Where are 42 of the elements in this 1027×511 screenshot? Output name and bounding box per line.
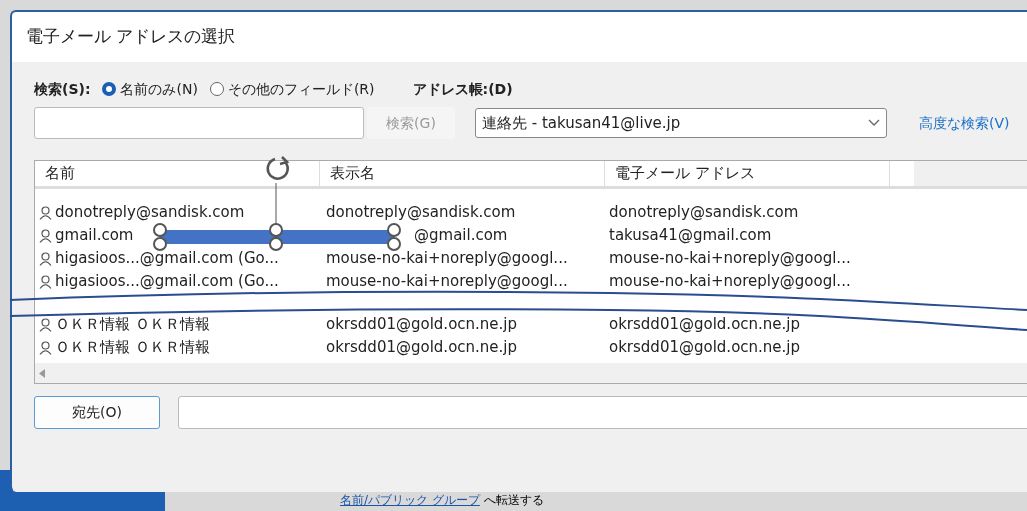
display-name: okrsdd01@gold.ocn.ne.jp — [326, 338, 518, 357]
person-icon — [39, 274, 52, 289]
display-name: mouse-no-kai+noreply@googl... — [326, 272, 568, 291]
group-link[interactable]: 名前/パブリック グループ — [340, 492, 480, 508]
address-book-label: アドレス帳:(D) — [412, 79, 513, 99]
person-icon — [39, 340, 52, 355]
horizontal-scrollbar[interactable] — [35, 363, 1027, 383]
display-name: donotreply@sandisk.com — [326, 203, 516, 222]
email-address: donotreply@sandisk.com — [609, 203, 799, 222]
advanced-search-link[interactable]: 高度な検索(V) — [919, 112, 1010, 134]
display-name: okrsdd01@gold.ocn.ne.jp — [326, 315, 518, 334]
person-icon — [39, 251, 52, 266]
contact-name: higasioos...@gmail.com (Go... — [55, 271, 279, 293]
email-address: okrsdd01@gold.ocn.ne.jp — [609, 315, 801, 334]
contact-name: ＯＫＲ情報 ＯＫＲ情報 — [55, 337, 210, 359]
window-title: 電子メール アドレスの選択 — [26, 25, 236, 49]
contact-name: higasioos...@gmail.com (Go... — [55, 248, 279, 270]
email-address: mouse-no-kai+noreply@googl... — [609, 249, 851, 268]
email-address: takusa41@gmail.com — [609, 226, 772, 245]
email-address: mouse-no-kai+noreply@googl... — [609, 272, 851, 291]
contact-name: donotreply@sandisk.com — [55, 202, 245, 224]
forward-text: へ転送する — [483, 492, 544, 508]
radio-option[interactable]: その他のフィールド(R) — [209, 78, 375, 100]
column-header[interactable]: 表示名 — [320, 161, 605, 186]
contact-name: gmail.com — [55, 225, 134, 247]
column-header[interactable]: 電子メール アドレス — [605, 161, 890, 186]
radio-option[interactable]: 名前のみ(N) — [102, 78, 198, 100]
display-name: @gmail.com — [414, 226, 508, 245]
search-field[interactable] — [34, 107, 364, 139]
contact-name: ＯＫＲ情報 ＯＫＲ情報 — [55, 314, 210, 336]
column-header[interactable]: 名前 — [35, 161, 320, 186]
person-icon — [39, 205, 52, 220]
search-label: 検索(S): — [34, 79, 91, 99]
chevron-down-icon — [868, 119, 880, 127]
scroll-left-icon — [39, 368, 46, 378]
to-field[interactable] — [178, 396, 1027, 429]
email-address: okrsdd01@gold.ocn.ne.jp — [609, 338, 801, 357]
display-name: mouse-no-kai+noreply@googl... — [326, 249, 568, 268]
to-button[interactable]: 宛先(O) — [34, 396, 160, 429]
person-icon — [39, 317, 52, 332]
address-book-dropdown[interactable]: 連絡先 - takusan41@live.jp — [475, 108, 887, 138]
person-icon — [39, 228, 52, 243]
